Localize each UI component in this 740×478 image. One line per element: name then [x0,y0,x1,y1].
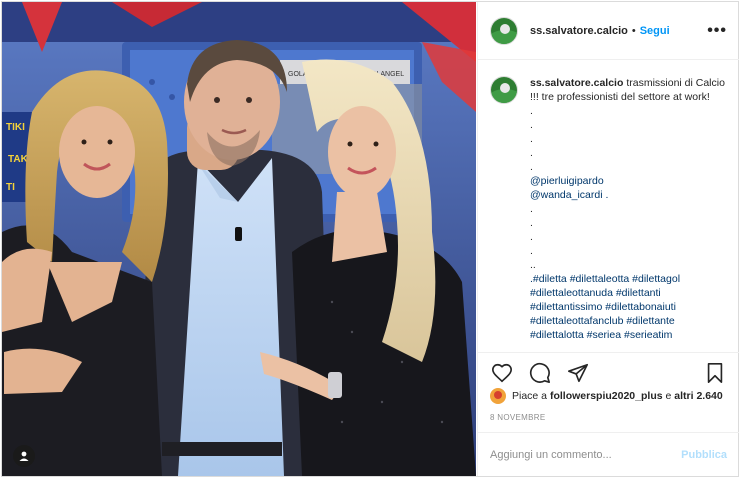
caption-filler: . [530,133,533,145]
post-header: ss.salvatore.calcio • Segui ••• [478,2,739,60]
user-tag-icon[interactable] [13,445,35,467]
side-sign-3: TI [6,182,15,193]
caption-area: ss.salvatore.calcio trasmissioni di Calc… [478,60,739,352]
side-sign-1: TIKI [6,122,25,133]
post-photo[interactable]: GOLAFIO PARDORINO COLANGEL TIKI TAKA TI [2,2,476,476]
header-separator: • [631,24,636,37]
caption-username[interactable]: ss.salvatore.calcio [530,77,623,89]
caption-filler: . [530,161,533,173]
header-username[interactable]: ss.salvatore.calcio [530,25,628,37]
action-bar [478,352,739,392]
likes-others[interactable]: altri 2.640 [674,390,722,402]
comment-input[interactable] [490,448,682,461]
post-date[interactable]: 8 NOVEMBRE [490,413,545,422]
follow-button[interactable]: Segui [640,25,670,37]
mention-link[interactable]: @wanda_icardi . [530,188,727,202]
caption-filler: . [530,217,533,229]
likes-summary[interactable]: Piace a followerspiu2020_plus e altri 2.… [490,388,723,404]
likes-middle: e [665,390,672,402]
caption-text-line: ss.salvatore.calcio trasmissioni di Calc… [530,76,727,104]
instagram-post-frame: GOLAFIO PARDORINO COLANGEL TIKI TAKA TI [1,1,739,477]
comment-bar: Pubblica [478,432,739,476]
caption-avatar[interactable] [490,76,518,104]
liker-avatar [490,388,506,404]
share-icon[interactable] [566,361,590,385]
caption-filler: . [530,119,533,131]
profile-avatar[interactable] [490,16,518,45]
caption-filler: . [530,203,533,215]
comment-icon[interactable] [528,361,552,385]
likes-user[interactable]: followerspiu2020_plus [550,390,663,402]
post-side-panel: ss.salvatore.calcio • Segui ••• ss.salva… [477,2,739,476]
likes-prefix: Piace a [512,390,548,402]
caption-filler: . [530,105,533,117]
caption-filler: . [530,147,533,159]
caption-filler: . [530,231,533,243]
caption-body: ss.salvatore.calcio trasmissioni di Calc… [530,76,727,352]
bookmark-icon[interactable] [703,361,727,385]
mention-link[interactable]: @pierluigipardo [530,174,727,188]
caption-filler: .. [530,259,536,271]
photo-illustration: GOLAFIO PARDORINO COLANGEL TIKI TAKA TI [2,2,476,476]
caption-filler: . [530,245,533,257]
hashtag-list[interactable]: .#diletta #dilettaleotta #dilettagol #di… [530,272,727,342]
more-horizontal-icon[interactable]: ••• [707,22,727,40]
publish-button[interactable]: Pubblica [681,449,727,461]
heart-icon[interactable] [490,361,514,385]
